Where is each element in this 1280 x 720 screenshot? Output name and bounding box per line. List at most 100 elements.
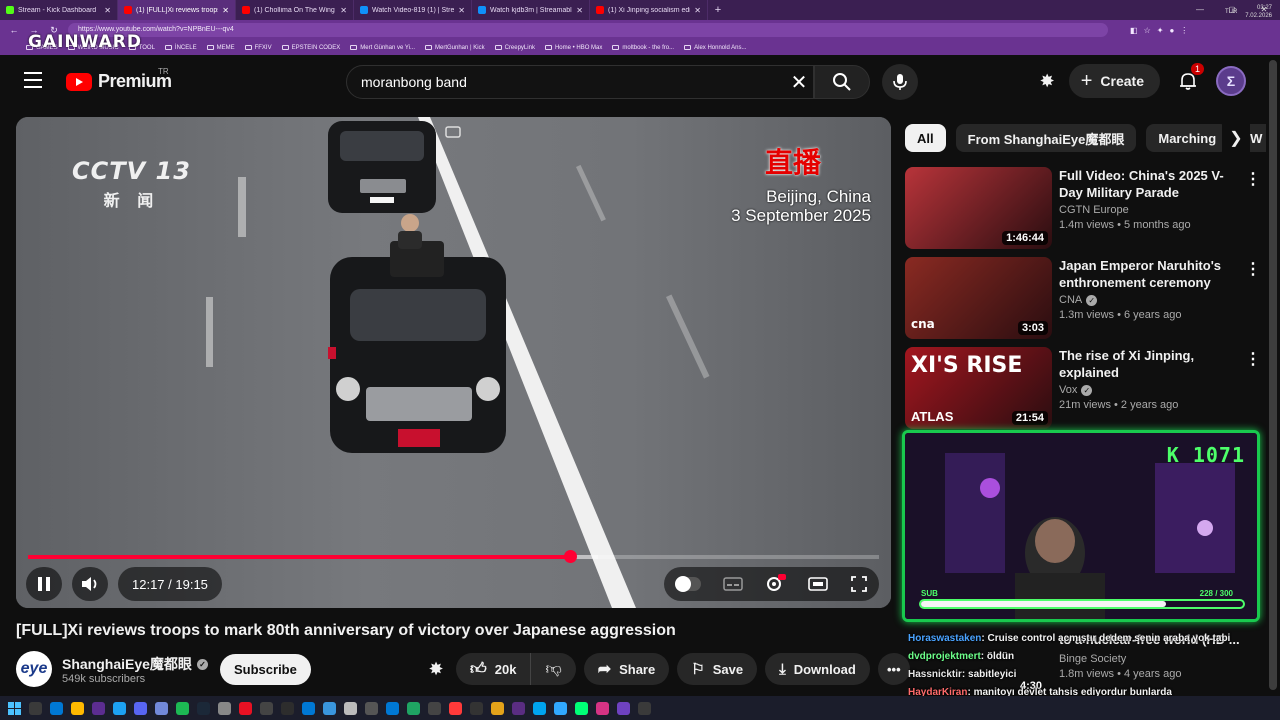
taskbar-app-icon[interactable] [449,701,462,715]
chips-next-icon[interactable]: ❯ [1222,124,1250,152]
new-tab-icon[interactable]: + [708,4,728,16]
video-thumbnail[interactable]: XI'S RISE ATLAS 21:54 [905,347,1052,429]
page-scrollbar[interactable] [1266,58,1280,696]
recommended-video[interactable]: 1:46:44 Full Video: China's 2025 V-Day Mi… [905,167,1265,249]
bookmark-item[interactable]: CreepyLink [494,45,535,51]
video-channel[interactable]: CGTN Europe [1059,204,1239,216]
more-vertical-icon[interactable]: ⋮ [1245,349,1261,369]
tab-close-icon[interactable]: ✕ [576,6,583,15]
taskbar-app-icon[interactable] [491,701,504,715]
volume-button[interactable] [72,567,108,601]
pause-button[interactable] [26,567,62,601]
filter-chip[interactable]: All [905,124,946,152]
voice-search-button[interactable] [882,64,918,100]
browser-menu-icon[interactable]: ⋮ [1180,26,1188,35]
search-input[interactable] [361,74,785,90]
recommended-video[interactable]: cna 3:03 Japan Emperor Naruhito's enthrone… [905,257,1265,339]
channel-avatar[interactable]: eye [16,651,52,687]
tab-close-icon[interactable]: ✕ [340,6,347,15]
taskbar-app-icon[interactable] [71,701,84,715]
taskbar-app-icon[interactable] [92,701,105,715]
taskbar-app-icon[interactable] [176,701,189,715]
taskbar-app-icon[interactable] [365,701,378,715]
video-title[interactable]: Full Video: China's 2025 V-Day Military … [1059,167,1239,201]
dislike-button[interactable]: 👎︎ [531,653,575,685]
taskbar-app-icon[interactable] [407,701,420,715]
browser-tab[interactable]: (1) Xi Jinping socialism edit - YouT ✕ [590,0,708,20]
bookmark-item[interactable]: FFXIV [244,45,272,51]
ai-sparkle-icon[interactable]: ✸ [1040,71,1055,92]
taskbar-app-icon[interactable] [617,701,630,715]
hamburger-menu-icon[interactable] [24,72,42,88]
browser-tab[interactable]: (1) [FULL]Xi reviews troops to ✕ [118,0,236,20]
extensions-icon[interactable]: ✦ [1157,26,1164,35]
taskbar-app-icon[interactable] [386,701,399,715]
scrubber-handle[interactable] [564,550,578,563]
bookmark-item[interactable]: Home • HBO Max [544,45,602,51]
video-thumbnail[interactable]: cna 3:03 [905,257,1052,339]
more-vertical-icon[interactable]: ⋮ [1245,259,1261,279]
taskbar-app-icon[interactable] [218,701,231,715]
tab-close-icon[interactable]: ✕ [458,6,465,15]
search-button[interactable] [814,65,870,99]
clear-search-icon[interactable]: ✕ [785,70,813,95]
taskbar-app-icon[interactable] [50,701,63,715]
clock[interactable]: 03:27 7.02.2026 [1245,4,1272,20]
save-button[interactable]: ⚐ Save [677,653,758,685]
subscribe-button[interactable]: Subscribe [220,654,311,685]
taskbar-app-icon[interactable] [113,701,126,715]
browser-tab[interactable]: Watch Video-819 (1) | Streamable✕ [354,0,472,20]
share-button[interactable]: ➦ Share [583,653,670,685]
taskbar-app-icon[interactable] [533,701,546,715]
video-channel[interactable]: Vox ✓ [1059,384,1239,396]
taskbar-app-icon[interactable] [260,701,273,715]
more-vertical-icon[interactable]: ⋮ [1245,169,1261,189]
tab-close-icon[interactable]: ✕ [104,6,111,15]
windows-start-icon[interactable] [8,701,21,715]
taskbar-app-icon[interactable] [29,701,42,715]
taskbar-app-icon[interactable] [512,701,525,715]
filter-chip[interactable]: Marching [1146,124,1229,152]
account-avatar[interactable]: Σ [1216,66,1246,96]
browser-tab[interactable]: (1) Chollima On The Wing - DPRK ✕ [236,0,354,20]
profile-icon[interactable]: ● [1169,26,1174,35]
taskbar-app-icon[interactable] [596,701,609,715]
taskbar-app-icon[interactable] [428,701,441,715]
fullscreen-icon[interactable] [850,575,868,593]
video-channel[interactable]: CNA ✓ [1059,294,1239,306]
bookmark-item[interactable]: Alex Honnold Ans... [684,45,746,51]
recommended-video[interactable]: XI'S RISE ATLAS 21:54 The rise of Xi Jinpin… [905,347,1265,429]
taskbar-app-icon[interactable] [281,701,294,715]
filter-chip[interactable]: From ShanghaiEye魔都眼 [955,124,1137,152]
autoplay-toggle[interactable] [674,576,701,592]
notifications-button[interactable]: 1 [1174,63,1204,95]
video-thumbnail[interactable]: 1:46:44 [905,167,1052,249]
channel-name-row[interactable]: ShanghaiEye魔都眼 ✓ [62,654,208,674]
extension-icon[interactable]: ◧ [1130,26,1138,35]
taskbar-app-icon[interactable] [197,701,210,715]
download-button[interactable]: ⤓ Download [765,653,870,685]
youtube-premium-logo[interactable]: Premium TR [66,67,172,92]
channel-name[interactable]: ShanghaiEye魔都眼 [62,654,192,674]
bookmark-item[interactable]: MEME [206,45,235,51]
tab-close-icon[interactable]: ✕ [222,6,229,15]
bookmark-item[interactable]: moltbook - the fro... [612,45,674,51]
video-title[interactable]: The rise of Xi Jinping, explained [1059,347,1239,381]
more-actions-button[interactable]: ••• [877,653,910,685]
language-indicator[interactable]: TUR [1225,9,1237,15]
taskbar-app-icon[interactable] [239,701,252,715]
settings-gear-icon[interactable] [764,574,787,594]
minimize-icon[interactable]: — [1184,0,1216,20]
like-button[interactable]: 👍︎ 20k [456,653,532,685]
taskbar-app-icon[interactable] [302,701,315,715]
taskbar-app-icon[interactable] [575,701,588,715]
captions-icon[interactable] [722,576,743,592]
video-player[interactable]: CCTV 13 新 闻 直播 Beijing, China 3 Septembe… [16,117,891,608]
taskbar-app-icon[interactable] [554,701,567,715]
bookmark-item[interactable]: EPSTEIN CODEX [281,45,340,51]
tab-close-icon[interactable]: ✕ [694,6,701,15]
progress-bar[interactable] [28,550,879,563]
browser-tab[interactable]: Stream - Kick Dashboard ✕ [0,0,118,20]
theater-mode-icon[interactable] [808,576,829,592]
bookmark-star-icon[interactable]: ☆ [1144,26,1151,35]
